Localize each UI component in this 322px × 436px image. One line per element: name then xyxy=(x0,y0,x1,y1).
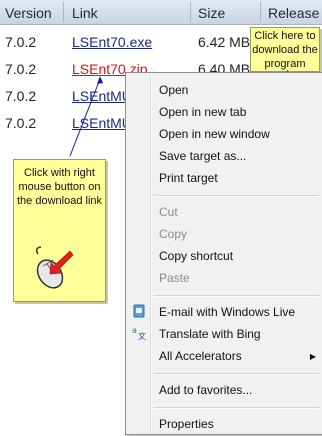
column-divider[interactable] xyxy=(190,2,191,22)
size-cell: 6.42 MB xyxy=(198,34,251,50)
svg-text:文: 文 xyxy=(138,331,146,340)
menu-item-open-new-tab[interactable]: Open in new tab xyxy=(159,105,246,119)
menu-separator xyxy=(154,295,319,297)
menu-item-open-new-window[interactable]: Open in new window xyxy=(159,127,270,141)
svg-text:a: a xyxy=(132,326,137,335)
menu-item-all-accelerators[interactable]: All Accelerators xyxy=(159,349,242,363)
download-callout: Click here to download the program xyxy=(250,27,320,72)
menu-gutter xyxy=(150,75,152,432)
right-click-callout: Click with right mouse button on the dow… xyxy=(13,159,106,302)
menu-item-open[interactable]: Open xyxy=(159,83,188,97)
menu-item-print-target[interactable]: Print target xyxy=(159,171,218,185)
menu-separator xyxy=(154,373,319,375)
menu-item-properties[interactable]: Properties xyxy=(159,417,214,431)
download-link-mu[interactable]: LSEntMU xyxy=(72,88,132,104)
menu-item-add-favorites[interactable]: Add to favorites... xyxy=(159,383,252,397)
context-menu: Open Open in new tab Open in new window … xyxy=(125,72,322,435)
download-link-exe[interactable]: LSEnt70.exe xyxy=(72,34,152,50)
version-cell: 7.0.2 xyxy=(5,34,37,50)
download-link-mu[interactable]: LSEntMU xyxy=(72,115,132,131)
column-header-version[interactable]: Version xyxy=(5,5,52,21)
mouse-icon xyxy=(35,246,74,289)
column-header-link[interactable]: Link xyxy=(72,5,98,21)
right-click-callout-text: Click with right mouse button on the dow… xyxy=(17,167,103,207)
column-divider[interactable] xyxy=(63,2,64,22)
menu-item-copy: Copy xyxy=(159,227,188,241)
menu-item-save-target[interactable]: Save target as... xyxy=(159,149,246,163)
menu-item-email-windows-live[interactable]: E-mail with Windows Live xyxy=(159,305,295,319)
menu-item-copy-shortcut[interactable]: Copy shortcut xyxy=(159,249,233,263)
column-header-size[interactable]: Size xyxy=(198,5,225,21)
bing-translate-icon: a 文 xyxy=(132,326,146,340)
version-cell: 7.0.2 xyxy=(5,115,37,131)
column-divider[interactable] xyxy=(260,2,261,22)
windows-live-mail-icon xyxy=(133,304,145,318)
menu-item-paste: Paste xyxy=(159,271,190,285)
table-header: Version Link Size Release xyxy=(0,0,322,25)
column-header-release[interactable]: Release xyxy=(268,5,319,21)
menu-item-translate-bing[interactable]: Translate with Bing xyxy=(159,327,261,341)
submenu-arrow-icon: ▶ xyxy=(309,352,316,361)
menu-item-cut: Cut xyxy=(159,205,178,219)
version-cell: 7.0.2 xyxy=(5,61,37,77)
menu-separator xyxy=(154,407,319,409)
version-cell: 7.0.2 xyxy=(5,88,37,104)
menu-separator xyxy=(154,195,319,197)
